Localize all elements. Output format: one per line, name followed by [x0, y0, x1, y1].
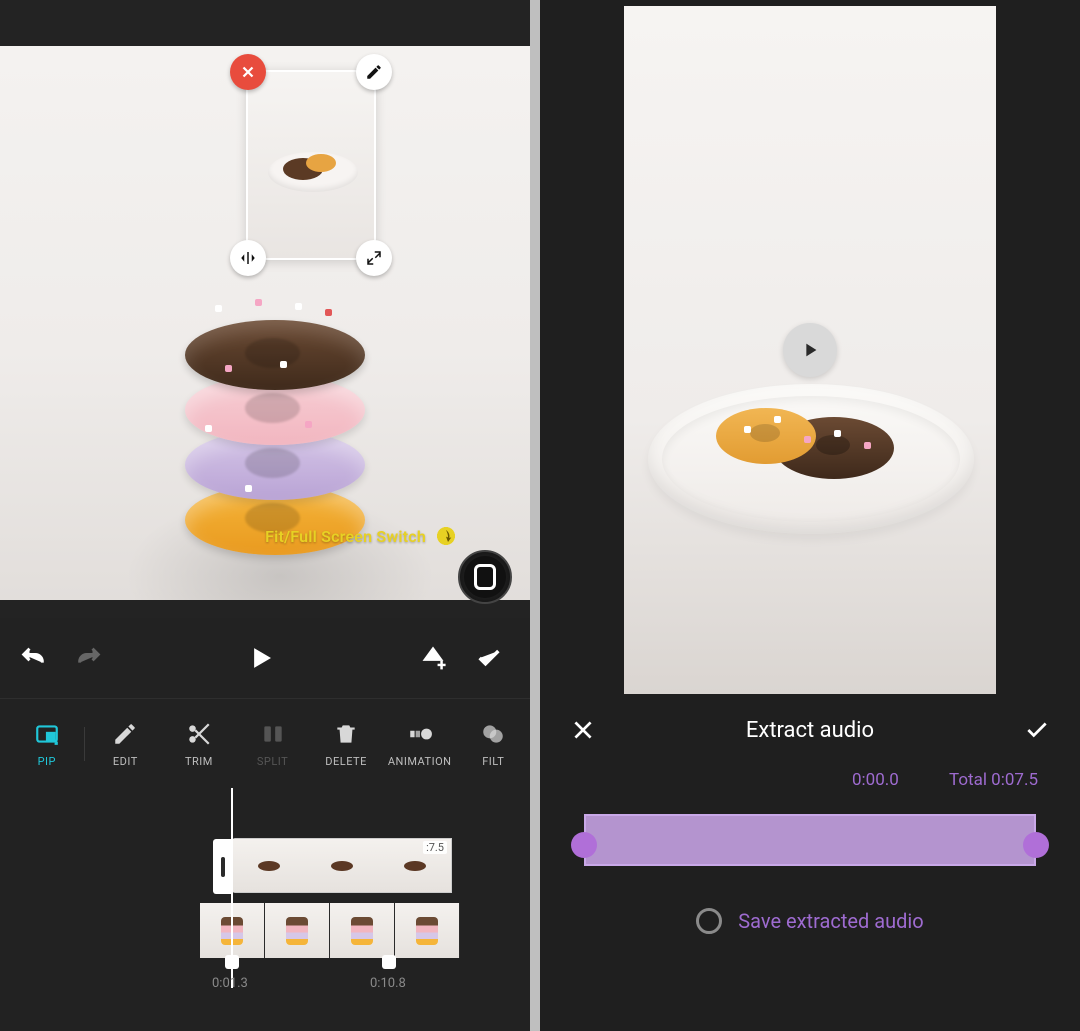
pencil-icon — [110, 719, 140, 749]
tool-divider — [84, 727, 85, 761]
preview-canvas[interactable]: Fit/Full Screen Switch — [0, 0, 530, 618]
confirm-button[interactable] — [472, 641, 506, 675]
app-root: Fit/Full Screen Switch — [0, 0, 1080, 1031]
play-button[interactable] — [244, 641, 278, 675]
panel-divider — [530, 0, 540, 1031]
tool-animation-label: ANIMATION — [388, 755, 452, 768]
aspect-icon — [474, 564, 496, 590]
pip-flip-button[interactable] — [230, 240, 266, 276]
tool-strip[interactable]: PIP EDIT TRIM SPLIT — [0, 698, 530, 788]
save-extracted-row[interactable]: Save extracted audio — [540, 908, 1080, 934]
pip-scale-handle[interactable] — [356, 240, 392, 276]
playback-controls: + — [0, 618, 530, 698]
timeline-clip-pip[interactable]: :7.5 — [232, 838, 452, 893]
hint-arrow-icon — [432, 522, 460, 550]
filter-icon — [478, 719, 508, 749]
time-row: 0:00.0 Total 0:07.5 — [540, 770, 1080, 790]
timeline-time-2: 0:10.8 — [370, 976, 406, 991]
audio-range-selector[interactable] — [576, 804, 1044, 874]
tool-edit[interactable]: EDIT — [89, 719, 163, 768]
svg-text:+: + — [438, 658, 446, 672]
redo-button[interactable] — [72, 641, 106, 675]
pip-edit-button[interactable] — [356, 54, 392, 90]
extract-header: Extract audio — [540, 694, 1080, 766]
range-handle-end[interactable] — [1023, 832, 1049, 858]
tool-split-label: SPLIT — [257, 755, 288, 768]
tool-pip[interactable]: PIP — [10, 719, 84, 768]
donut-stack-image — [185, 295, 365, 555]
preview-donut-orange — [716, 408, 816, 464]
split-icon — [258, 719, 288, 749]
timeline-clip-main[interactable] — [200, 903, 460, 958]
editor-panel: Fit/Full Screen Switch — [0, 0, 530, 1031]
tool-delete[interactable]: DELETE — [309, 719, 383, 768]
pip-overlay[interactable] — [246, 70, 376, 260]
animation-icon — [405, 719, 435, 749]
range-bar[interactable] — [584, 814, 1036, 866]
timeline-time-1: 0:01.3 — [212, 976, 248, 991]
fit-hint-text: Fit/Full Screen Switch — [265, 527, 426, 546]
fit-fullscreen-hint: Fit/Full Screen Switch — [265, 522, 460, 550]
current-time: 0:00.0 — [852, 770, 899, 790]
tool-edit-label: EDIT — [113, 755, 138, 768]
tool-animation[interactable]: ANIMATION — [383, 719, 457, 768]
tool-filter-label: FILT — [482, 755, 504, 768]
pip-delete-button[interactable] — [230, 54, 266, 90]
scissors-icon — [184, 719, 214, 749]
timeline[interactable]: :7.5 0:01.3 0:10.8 — [0, 788, 530, 1031]
save-label: Save extracted audio — [738, 909, 923, 933]
tool-filter[interactable]: FILT — [456, 719, 530, 768]
timeline-marker-1[interactable] — [225, 955, 239, 969]
tool-trim[interactable]: TRIM — [162, 719, 236, 768]
preview-play-button[interactable] — [783, 323, 837, 377]
close-button[interactable] — [568, 715, 598, 745]
video-preview[interactable] — [624, 6, 996, 694]
fit-fullscreen-toggle[interactable] — [458, 550, 512, 604]
tool-split: SPLIT — [236, 719, 310, 768]
save-radio[interactable] — [696, 908, 722, 934]
range-handle-start[interactable] — [571, 832, 597, 858]
clip-trim-handle[interactable] — [213, 839, 233, 894]
panel-title: Extract audio — [746, 718, 874, 743]
add-keyframe-button[interactable]: + — [416, 641, 450, 675]
pip-icon — [32, 719, 62, 749]
tool-trim-label: TRIM — [185, 755, 213, 768]
tool-delete-label: DELETE — [325, 755, 367, 768]
trash-icon — [331, 719, 361, 749]
extract-audio-panel: Extract audio 0:00.0 Total 0:07.5 Save e… — [540, 0, 1080, 1031]
timeline-marker-2[interactable] — [382, 955, 396, 969]
tool-pip-label: PIP — [38, 755, 56, 768]
clip-duration-badge: :7.5 — [423, 841, 447, 854]
apply-button[interactable] — [1022, 715, 1052, 745]
undo-button[interactable] — [16, 641, 50, 675]
total-time: Total 0:07.5 — [949, 770, 1038, 790]
